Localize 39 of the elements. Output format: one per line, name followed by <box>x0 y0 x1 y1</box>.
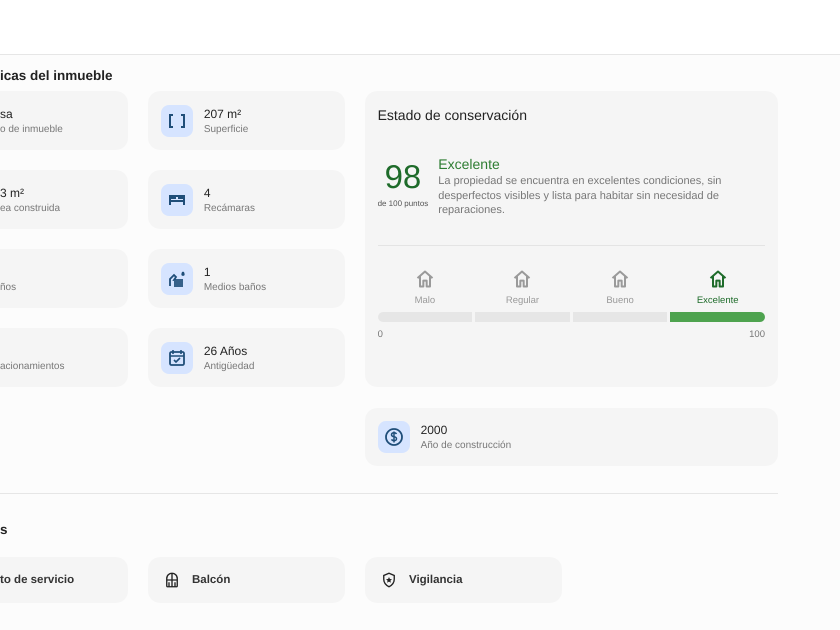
hand-washing-icon <box>160 262 193 294</box>
level-label: Malo <box>414 294 436 306</box>
amenity-label: Vigilancia <box>409 574 462 586</box>
feature-label: Recámaras <box>204 202 255 214</box>
level-label: Excelente <box>696 294 739 306</box>
feature-value: 207 m² <box>204 106 242 120</box>
feature-label: Año de construcción <box>420 440 512 451</box>
dollar-coin-icon <box>378 421 410 453</box>
feature-value: 2000 <box>420 423 448 437</box>
feature-label: acionamientos <box>0 360 64 372</box>
card-title: Estado de conservación <box>378 107 528 123</box>
calendar-icon <box>160 342 193 374</box>
feature-value: 26 Años <box>204 344 248 358</box>
shield-star-icon <box>380 571 398 589</box>
feature-label: o de inmueble <box>0 124 63 134</box>
section-title: s <box>0 521 9 539</box>
feature-value: 3 m² <box>0 186 25 200</box>
rating-description: La propiedad se encuentra en excelentes condiciones, sin desperfectos visibles y lista para habitar sin necesidad de reparaciones. <box>438 174 722 218</box>
score-value: 98 <box>384 158 422 196</box>
feature-value: sa <box>0 106 14 120</box>
level-label: Regular <box>506 294 540 306</box>
feature-label: Superficie <box>204 124 248 134</box>
feature-label: ea construida <box>0 202 60 214</box>
rating-label: Excelente <box>438 156 501 172</box>
amenity-label: to de servicio <box>0 574 74 586</box>
level-label: Bueno <box>606 294 634 306</box>
bed-icon <box>160 184 193 216</box>
feature-value: 1 <box>204 264 212 278</box>
score-caption: de 100 puntos <box>378 199 428 208</box>
feature-label: ños <box>0 282 16 292</box>
section-title: icas del inmueble <box>0 67 114 85</box>
feature-value: 4 <box>204 186 212 200</box>
brackets-icon <box>160 104 193 136</box>
feature-label: Antigüedad <box>204 360 254 372</box>
scale-min: 0 <box>378 328 383 340</box>
amenity-label: Balcón <box>192 574 230 586</box>
feature-label: Medios baños <box>204 282 266 292</box>
scale-max: 100 <box>749 328 765 340</box>
arched-gate-icon <box>163 571 181 589</box>
